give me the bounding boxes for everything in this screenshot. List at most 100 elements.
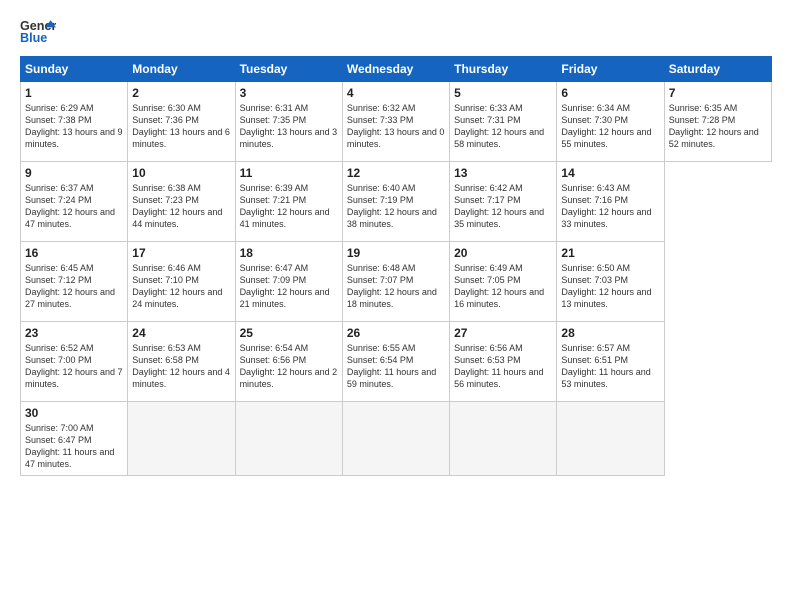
day-number: 17	[132, 246, 230, 260]
calendar-day-cell: 11 Sunrise: 6:39 AMSunset: 7:21 PMDaylig…	[235, 162, 342, 242]
weekday-header: Thursday	[450, 57, 557, 82]
calendar-day-cell: 27 Sunrise: 6:56 AMSunset: 6:53 PMDaylig…	[450, 322, 557, 402]
day-info: Sunrise: 6:50 AMSunset: 7:03 PMDaylight:…	[561, 263, 651, 309]
day-number: 28	[561, 326, 659, 340]
day-number: 20	[454, 246, 552, 260]
day-number: 21	[561, 246, 659, 260]
calendar-day-cell: 18 Sunrise: 6:47 AMSunset: 7:09 PMDaylig…	[235, 242, 342, 322]
calendar-day-cell	[235, 402, 342, 476]
svg-text:Blue: Blue	[20, 31, 47, 45]
calendar-day-cell: 24 Sunrise: 6:53 AMSunset: 6:58 PMDaylig…	[128, 322, 235, 402]
day-number: 10	[132, 166, 230, 180]
calendar-day-cell: 1 Sunrise: 6:29 AMSunset: 7:38 PMDayligh…	[21, 82, 128, 162]
calendar-day-cell: 7 Sunrise: 6:35 AMSunset: 7:28 PMDayligh…	[664, 82, 771, 162]
calendar-day-cell: 3 Sunrise: 6:31 AMSunset: 7:35 PMDayligh…	[235, 82, 342, 162]
calendar-day-cell: 2 Sunrise: 6:30 AMSunset: 7:36 PMDayligh…	[128, 82, 235, 162]
day-info: Sunrise: 6:31 AMSunset: 7:35 PMDaylight:…	[240, 103, 338, 149]
calendar-day-cell: 13 Sunrise: 6:42 AMSunset: 7:17 PMDaylig…	[450, 162, 557, 242]
day-number: 13	[454, 166, 552, 180]
day-info: Sunrise: 7:00 AMSunset: 6:47 PMDaylight:…	[25, 423, 114, 469]
header: General Blue	[20, 16, 772, 46]
calendar-day-cell: 28 Sunrise: 6:57 AMSunset: 6:51 PMDaylig…	[557, 322, 664, 402]
day-info: Sunrise: 6:35 AMSunset: 7:28 PMDaylight:…	[669, 103, 759, 149]
day-info: Sunrise: 6:40 AMSunset: 7:19 PMDaylight:…	[347, 183, 437, 229]
day-info: Sunrise: 6:42 AMSunset: 7:17 PMDaylight:…	[454, 183, 544, 229]
calendar-table: SundayMondayTuesdayWednesdayThursdayFrid…	[20, 56, 772, 476]
day-number: 5	[454, 86, 552, 100]
page-container: General Blue SundayMondayTuesdayWednesda…	[0, 0, 792, 486]
calendar-day-cell: 23 Sunrise: 6:52 AMSunset: 7:00 PMDaylig…	[21, 322, 128, 402]
calendar-header-row: SundayMondayTuesdayWednesdayThursdayFrid…	[21, 57, 772, 82]
weekday-header: Sunday	[21, 57, 128, 82]
day-number: 2	[132, 86, 230, 100]
day-number: 26	[347, 326, 445, 340]
day-number: 14	[561, 166, 659, 180]
day-number: 19	[347, 246, 445, 260]
day-info: Sunrise: 6:47 AMSunset: 7:09 PMDaylight:…	[240, 263, 330, 309]
logo-icon: General Blue	[20, 16, 56, 46]
day-number: 4	[347, 86, 445, 100]
weekday-header: Wednesday	[342, 57, 449, 82]
day-info: Sunrise: 6:56 AMSunset: 6:53 PMDaylight:…	[454, 343, 543, 389]
calendar-day-cell: 16 Sunrise: 6:45 AMSunset: 7:12 PMDaylig…	[21, 242, 128, 322]
calendar-day-cell	[342, 402, 449, 476]
day-info: Sunrise: 6:55 AMSunset: 6:54 PMDaylight:…	[347, 343, 436, 389]
day-info: Sunrise: 6:29 AMSunset: 7:38 PMDaylight:…	[25, 103, 123, 149]
day-info: Sunrise: 6:57 AMSunset: 6:51 PMDaylight:…	[561, 343, 650, 389]
day-info: Sunrise: 6:52 AMSunset: 7:00 PMDaylight:…	[25, 343, 123, 389]
calendar-day-cell: 5 Sunrise: 6:33 AMSunset: 7:31 PMDayligh…	[450, 82, 557, 162]
day-info: Sunrise: 6:38 AMSunset: 7:23 PMDaylight:…	[132, 183, 222, 229]
day-info: Sunrise: 6:43 AMSunset: 7:16 PMDaylight:…	[561, 183, 651, 229]
calendar-day-cell: 17 Sunrise: 6:46 AMSunset: 7:10 PMDaylig…	[128, 242, 235, 322]
calendar-day-cell: 10 Sunrise: 6:38 AMSunset: 7:23 PMDaylig…	[128, 162, 235, 242]
calendar-day-cell: 21 Sunrise: 6:50 AMSunset: 7:03 PMDaylig…	[557, 242, 664, 322]
day-info: Sunrise: 6:33 AMSunset: 7:31 PMDaylight:…	[454, 103, 544, 149]
day-number: 11	[240, 166, 338, 180]
day-info: Sunrise: 6:32 AMSunset: 7:33 PMDaylight:…	[347, 103, 445, 149]
day-info: Sunrise: 6:54 AMSunset: 6:56 PMDaylight:…	[240, 343, 338, 389]
day-number: 12	[347, 166, 445, 180]
calendar-week-row: 9 Sunrise: 6:37 AMSunset: 7:24 PMDayligh…	[21, 162, 772, 242]
calendar-day-cell: 12 Sunrise: 6:40 AMSunset: 7:19 PMDaylig…	[342, 162, 449, 242]
day-number: 16	[25, 246, 123, 260]
calendar-day-cell	[128, 402, 235, 476]
calendar-day-cell: 14 Sunrise: 6:43 AMSunset: 7:16 PMDaylig…	[557, 162, 664, 242]
day-info: Sunrise: 6:39 AMSunset: 7:21 PMDaylight:…	[240, 183, 330, 229]
day-info: Sunrise: 6:49 AMSunset: 7:05 PMDaylight:…	[454, 263, 544, 309]
calendar-day-cell: 20 Sunrise: 6:49 AMSunset: 7:05 PMDaylig…	[450, 242, 557, 322]
calendar-day-cell: 26 Sunrise: 6:55 AMSunset: 6:54 PMDaylig…	[342, 322, 449, 402]
calendar-day-cell: 30 Sunrise: 7:00 AMSunset: 6:47 PMDaylig…	[21, 402, 128, 476]
calendar-week-row: 16 Sunrise: 6:45 AMSunset: 7:12 PMDaylig…	[21, 242, 772, 322]
day-number: 3	[240, 86, 338, 100]
weekday-header: Saturday	[664, 57, 771, 82]
calendar-day-cell: 6 Sunrise: 6:34 AMSunset: 7:30 PMDayligh…	[557, 82, 664, 162]
day-number: 6	[561, 86, 659, 100]
day-number: 7	[669, 86, 767, 100]
day-info: Sunrise: 6:46 AMSunset: 7:10 PMDaylight:…	[132, 263, 222, 309]
calendar-day-cell: 4 Sunrise: 6:32 AMSunset: 7:33 PMDayligh…	[342, 82, 449, 162]
day-number: 25	[240, 326, 338, 340]
day-number: 27	[454, 326, 552, 340]
calendar-day-cell: 9 Sunrise: 6:37 AMSunset: 7:24 PMDayligh…	[21, 162, 128, 242]
calendar-day-cell	[450, 402, 557, 476]
day-info: Sunrise: 6:48 AMSunset: 7:07 PMDaylight:…	[347, 263, 437, 309]
weekday-header: Monday	[128, 57, 235, 82]
day-number: 23	[25, 326, 123, 340]
day-number: 18	[240, 246, 338, 260]
day-number: 9	[25, 166, 123, 180]
weekday-header: Tuesday	[235, 57, 342, 82]
calendar-week-row: 1 Sunrise: 6:29 AMSunset: 7:38 PMDayligh…	[21, 82, 772, 162]
day-info: Sunrise: 6:34 AMSunset: 7:30 PMDaylight:…	[561, 103, 651, 149]
weekday-header: Friday	[557, 57, 664, 82]
calendar-day-cell: 19 Sunrise: 6:48 AMSunset: 7:07 PMDaylig…	[342, 242, 449, 322]
day-number: 1	[25, 86, 123, 100]
day-number: 24	[132, 326, 230, 340]
calendar-week-row: 30 Sunrise: 7:00 AMSunset: 6:47 PMDaylig…	[21, 402, 772, 476]
day-info: Sunrise: 6:30 AMSunset: 7:36 PMDaylight:…	[132, 103, 230, 149]
day-info: Sunrise: 6:53 AMSunset: 6:58 PMDaylight:…	[132, 343, 230, 389]
logo: General Blue	[20, 16, 58, 46]
calendar-body: 1 Sunrise: 6:29 AMSunset: 7:38 PMDayligh…	[21, 82, 772, 476]
day-info: Sunrise: 6:37 AMSunset: 7:24 PMDaylight:…	[25, 183, 115, 229]
calendar-day-cell: 25 Sunrise: 6:54 AMSunset: 6:56 PMDaylig…	[235, 322, 342, 402]
day-info: Sunrise: 6:45 AMSunset: 7:12 PMDaylight:…	[25, 263, 115, 309]
